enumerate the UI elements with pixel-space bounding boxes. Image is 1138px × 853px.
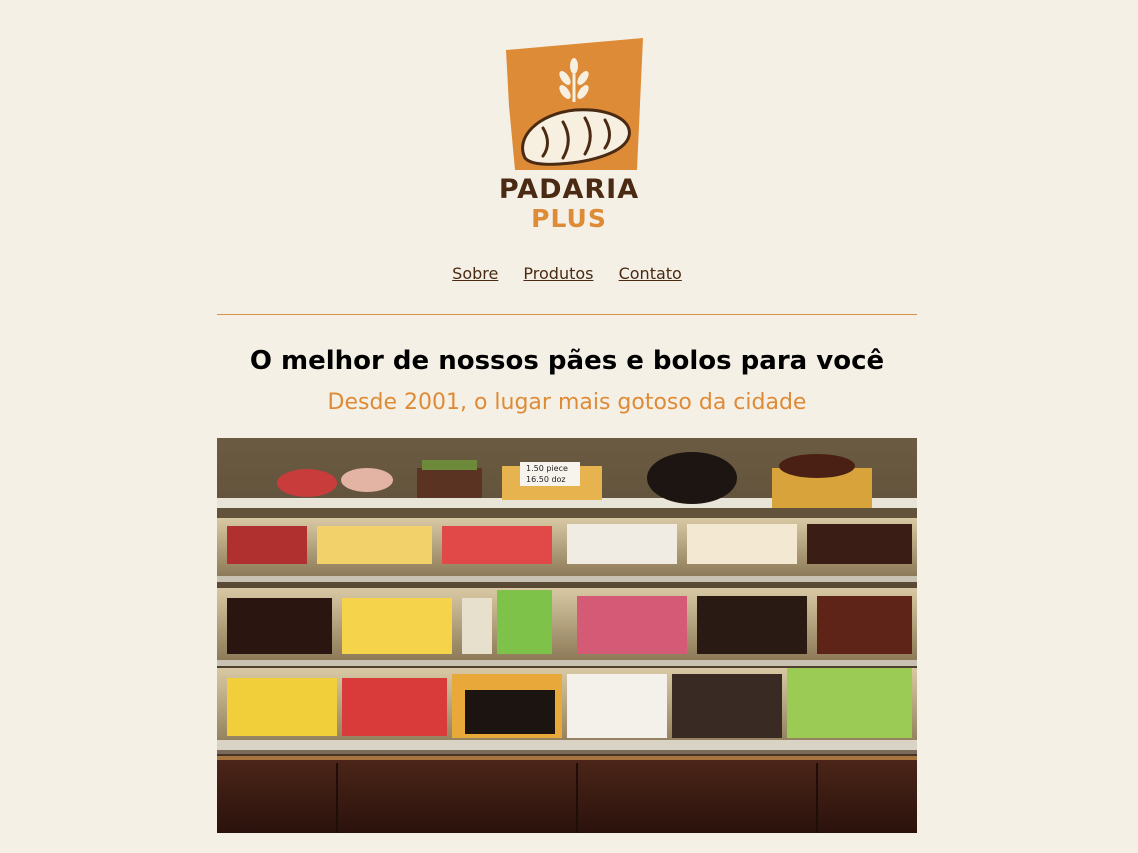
bakery-showcase-image: 1.50 piece 16.50 doz	[217, 438, 917, 833]
pastry-display-case-illustration: 1.50 piece 16.50 doz	[217, 438, 917, 833]
main-nav: Sobre Produtos Contato	[217, 264, 917, 283]
nav-link-produtos[interactable]: Produtos	[523, 264, 593, 283]
bakery-logo[interactable]: PADARIA PLUS	[497, 36, 647, 236]
logo-wordmark-bottom: PLUS	[531, 204, 607, 233]
page: PADARIA PLUS Sobre Produtos Contato O me…	[0, 0, 1138, 853]
bread-logo-icon	[506, 38, 643, 170]
nav-link-sobre[interactable]: Sobre	[452, 264, 498, 283]
logo-wordmark-top: PADARIA	[498, 174, 640, 205]
price-tag-line1: 1.50 piece	[526, 464, 568, 473]
header-divider	[217, 314, 917, 315]
price-tag-line2: 16.50 doz	[526, 475, 566, 484]
nav-link-contato[interactable]: Contato	[619, 264, 682, 283]
page-title: O melhor de nossos pães e bolos para voc…	[249, 346, 885, 376]
page-subtitle: Desde 2001, o lugar mais gotoso da cidad…	[327, 390, 807, 415]
